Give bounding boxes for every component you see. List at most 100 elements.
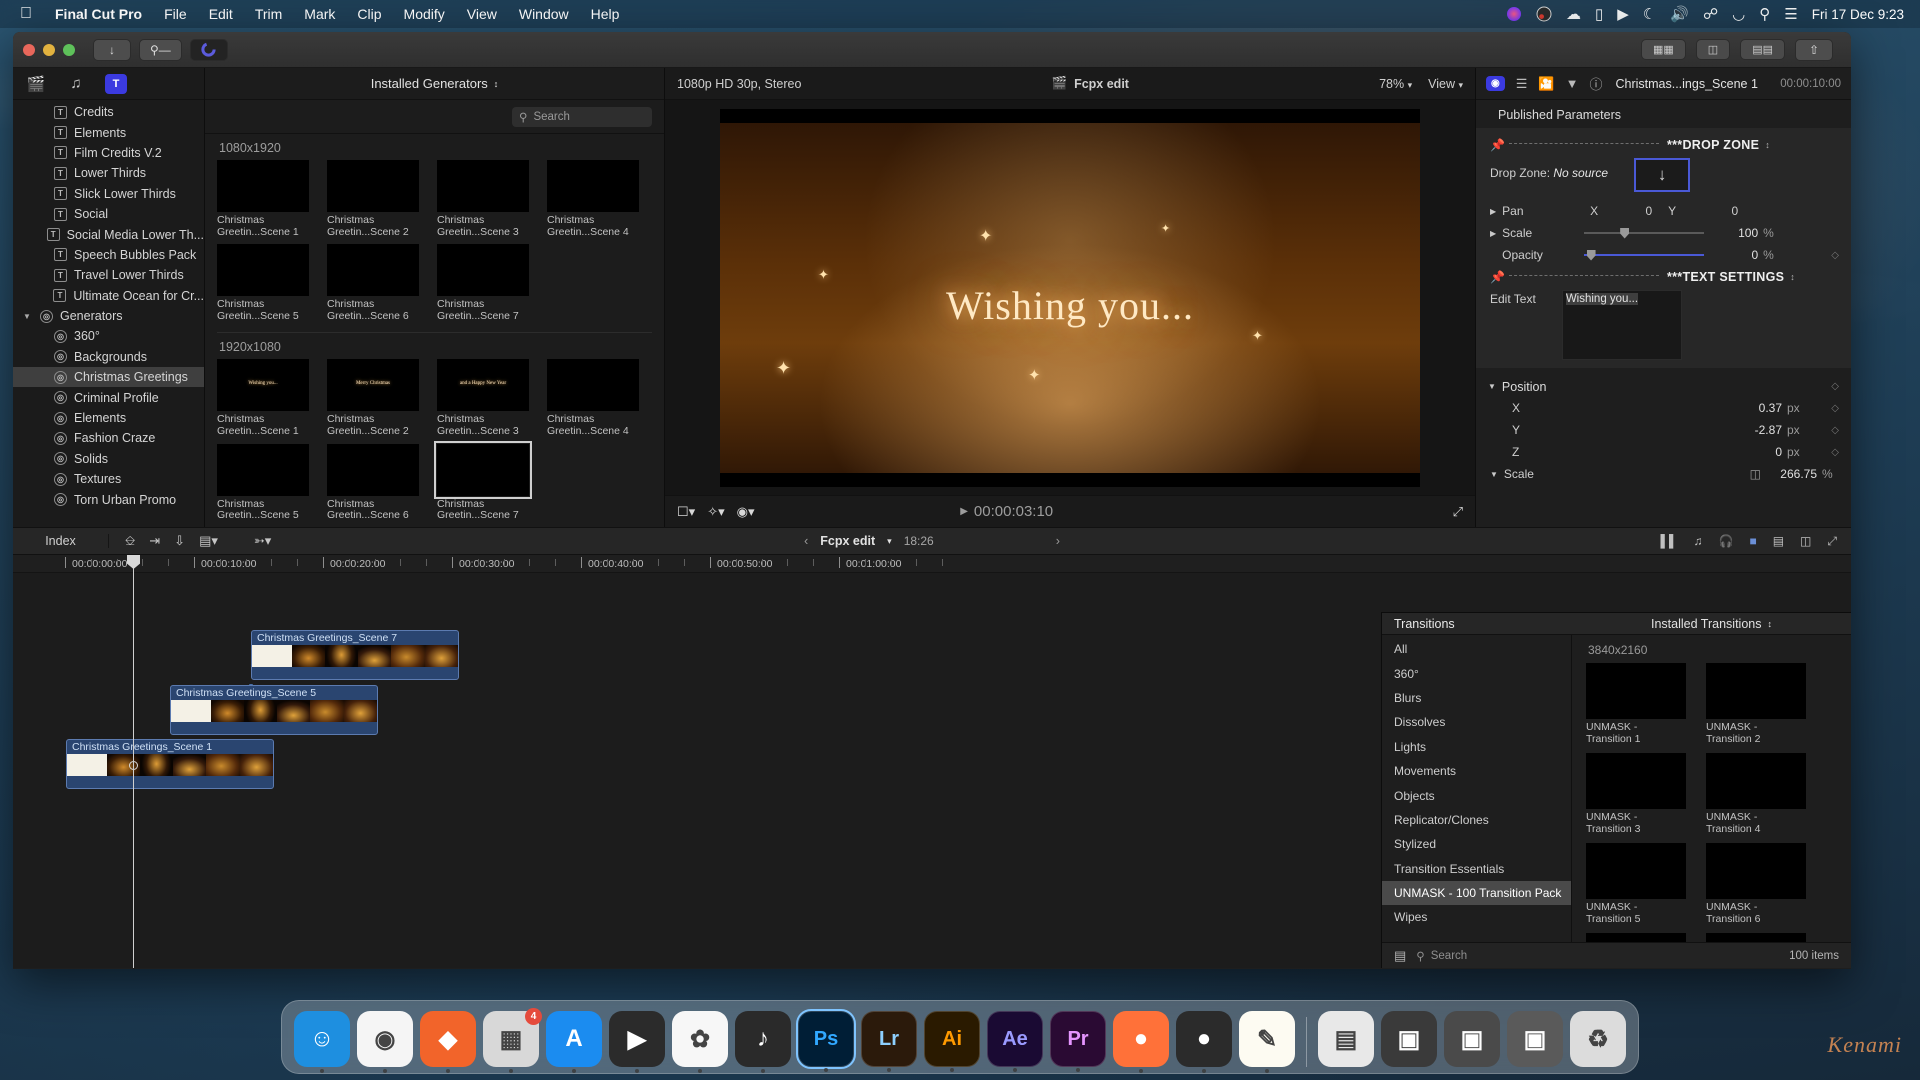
menu-item-trim[interactable]: Trim (244, 3, 293, 25)
color-icon[interactable]: ▼ (1566, 76, 1579, 91)
dock-brave-icon[interactable]: ◆ (420, 1011, 476, 1073)
chevron-updown-icon[interactable]: ↕ (1790, 272, 1795, 282)
sidebar-item-social[interactable]: T Social (13, 204, 204, 224)
appearance-icon[interactable]: ⤢ (1827, 534, 1837, 549)
position-z-value[interactable]: 0 (1662, 445, 1782, 459)
menu-item-modify[interactable]: Modify (393, 3, 456, 25)
minimize-button[interactable] (43, 43, 55, 56)
position-x-row[interactable]: X 0.37 px ◇ (1476, 397, 1851, 419)
view-menu-button[interactable]: View ▾ (1428, 77, 1463, 91)
sidebar-item-social-media-lower-th[interactable]: T Social Media Lower Th... (13, 224, 204, 244)
chevron-down-icon[interactable]: ▾ (887, 536, 892, 547)
sidebar-item-generators[interactable]: ▼ ◎ Generators (13, 306, 204, 326)
search-icon[interactable]: ⚲ (1759, 5, 1770, 23)
apple-menu-icon[interactable]:  (10, 3, 44, 25)
titles-generators-icon[interactable]: T (105, 73, 127, 94)
keyframe-icon[interactable]: ◇ (1831, 447, 1839, 458)
sidebar-item-credits[interactable]: T Credits (13, 102, 204, 122)
sidebar-item-lower-thirds[interactable]: T Lower Thirds (13, 163, 204, 183)
wifi-icon[interactable]: ◡ (1732, 5, 1745, 23)
sidebar-item-solids[interactable]: ◎ Solids (13, 449, 204, 469)
dock-files-icon[interactable]: ▤ (1318, 1011, 1374, 1067)
edit-text-field[interactable]: Wishing you... (1561, 290, 1682, 360)
dock-app-store-icon[interactable]: A (546, 1011, 602, 1073)
transition-category-blurs[interactable]: Blurs (1382, 686, 1571, 710)
volume-icon[interactable]: 🔊 (1670, 5, 1689, 23)
keyframe-icon[interactable]: ◇ (1831, 381, 1839, 392)
transition-category-dissolves[interactable]: Dissolves (1382, 710, 1571, 734)
trim-icon[interactable]: ⎒ (125, 533, 135, 549)
browser-thumbnail[interactable]: Christmas Greetin...Scene 7 (437, 244, 529, 322)
position-y-row[interactable]: Y -2.87 px ◇ (1476, 419, 1851, 441)
sidebar-item-backgrounds[interactable]: ◎ Backgrounds (13, 347, 204, 367)
insert-icon[interactable]: ⇥ (149, 533, 160, 549)
dock-screenshot-2-icon[interactable]: ▣ (1444, 1011, 1500, 1067)
transition-thumbnail[interactable]: UNMASK - Transition 6 (1706, 843, 1806, 925)
scale-value[interactable]: 100 (1714, 226, 1758, 240)
share-button[interactable]: ⇧ (1795, 38, 1833, 61)
screen-icon[interactable]: ▯ (1595, 5, 1603, 23)
viewer-timecode[interactable]: ▶ 00:00:03:10 (960, 503, 1053, 520)
transition-category-movements[interactable]: Movements (1382, 759, 1571, 783)
position-x-value[interactable]: 0.37 (1662, 401, 1782, 415)
playhead[interactable] (127, 555, 140, 968)
zoom-level-menu[interactable]: 78% ▾ (1379, 77, 1412, 91)
menu-item-window[interactable]: Window (508, 3, 580, 25)
drop-zone-target-button[interactable]: ↓ (1634, 158, 1691, 192)
transition-category-unmask-100-transition-pack[interactable]: UNMASK - 100 Transition Pack (1382, 880, 1571, 906)
position-section-header[interactable]: ▼ Position ◇ (1476, 376, 1851, 397)
sidebar-item-speech-bubbles-pack[interactable]: T Speech Bubbles Pack (13, 245, 204, 265)
sidebar-item-elements[interactable]: T Elements (13, 122, 204, 142)
browser-thumbnail[interactable]: Christmas Greetin...Scene 2 (327, 160, 419, 238)
dock-firefox-icon[interactable]: ● (1113, 1011, 1169, 1073)
transition-category-replicator-clones[interactable]: Replicator/Clones (1382, 808, 1571, 832)
viewer-canvas[interactable]: Wishing you... ✦ ✦ ✦ ✦ ✦ ✦ (720, 108, 1420, 487)
overwrite-icon[interactable]: ▤▾ (199, 533, 218, 549)
menu-item-final-cut-pro[interactable]: Final Cut Pro (44, 3, 153, 25)
browser-thumbnail[interactable]: Christmas Greetin...Scene 5 (217, 244, 309, 322)
browser-thumbnail[interactable]: Wishing you... Christmas Greetin...Scene 1 (217, 359, 309, 437)
keyframe-icon[interactable]: ◇ (1831, 250, 1839, 261)
chevron-updown-icon[interactable]: ↕ (494, 79, 499, 89)
pan-x-value[interactable]: 0 (1606, 204, 1652, 218)
sidebar-item-textures[interactable]: ◎ Textures (13, 469, 204, 489)
position-z-row[interactable]: Z 0 px ◇ (1476, 441, 1851, 463)
disclosure-triangle-icon[interactable]: ▶ (1490, 207, 1496, 216)
transition-category-360[interactable]: 360° (1382, 661, 1571, 685)
scale-section-row[interactable]: ▼ Scale ◫ 266.75 % (1476, 463, 1851, 485)
link-icon[interactable]: ◫ (1750, 467, 1761, 481)
pin-icon[interactable]: 📌 (1490, 270, 1505, 284)
scale-section-value[interactable]: 266.75 (1773, 467, 1817, 481)
close-button[interactable] (23, 43, 35, 56)
transition-category-transition-essentials[interactable]: Transition Essentials (1382, 857, 1571, 881)
dock-trash-icon[interactable]: ♻ (1570, 1011, 1626, 1067)
view-layout-group[interactable]: ▦▦ (1641, 39, 1686, 60)
transition-thumbnail[interactable]: UNMASK - Transition 5 (1586, 843, 1686, 925)
zoom-icon[interactable]: ◫ (1800, 534, 1811, 548)
inspector-toggle-group[interactable]: ▤▤ (1740, 39, 1785, 60)
append-icon[interactable]: ⇩ (174, 533, 185, 549)
installed-transitions-menu[interactable]: Installed Transitions ↕ (1572, 617, 1851, 631)
dock-final-cut-pro-icon[interactable]: ▶ (609, 1011, 665, 1073)
generator-icon[interactable]: ◉ (1486, 76, 1505, 91)
index-button[interactable]: Index (13, 534, 109, 548)
transition-category-lights[interactable]: Lights (1382, 735, 1571, 759)
video-icon[interactable]: 🎦 (1538, 76, 1554, 92)
pan-row[interactable]: ▶ Pan X 0 Y 0 (1476, 200, 1851, 222)
menu-item-mark[interactable]: Mark (293, 3, 346, 25)
window-controls[interactable] (23, 43, 75, 56)
effects-tool-icon[interactable]: ✧▾ (707, 504, 724, 520)
sidebar-item-criminal-profile[interactable]: ◎ Criminal Profile (13, 387, 204, 407)
timeline-clip[interactable]: Christmas Greetings_Scene 1 (66, 739, 274, 789)
transition-thumbnail[interactable]: UNMASK... (1706, 933, 1806, 942)
sidebar-item-travel-lower-thirds[interactable]: T Travel Lower Thirds (13, 265, 204, 285)
control-center-icon[interactable]: ☰ (1784, 5, 1797, 23)
fullscreen-icon[interactable]: ⤢ (1453, 504, 1463, 520)
menu-item-file[interactable]: File (153, 3, 198, 25)
headphones-icon[interactable]: 🎧 (1719, 534, 1734, 548)
inspector-toggle-icon[interactable]: ▤▤ (1741, 40, 1784, 59)
position-y-value[interactable]: -2.87 (1662, 423, 1782, 437)
moon-icon[interactable]: ☾ (1643, 5, 1656, 23)
timeline-clip[interactable]: Christmas Greetings_Scene 5 (170, 685, 378, 735)
list-view-icon[interactable]: ▤ (1394, 948, 1406, 964)
